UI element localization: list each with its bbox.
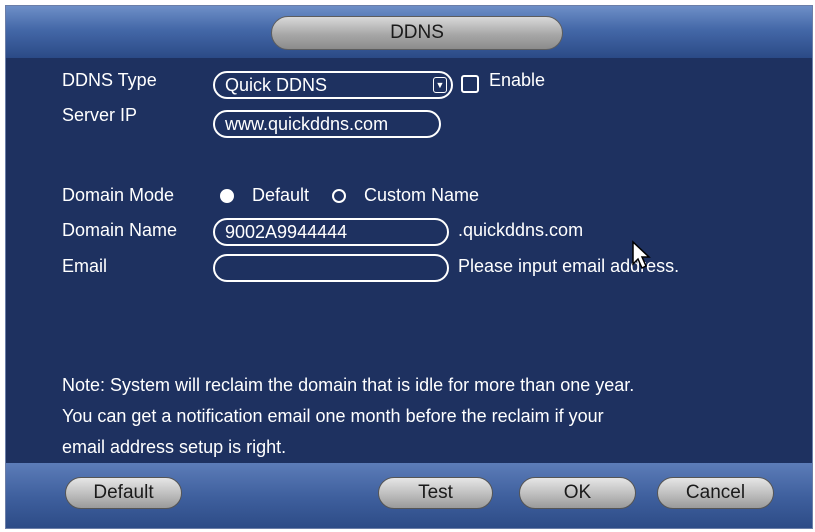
note-text: Note: System will reclaim the domain tha… bbox=[62, 370, 782, 463]
cancel-button[interactable]: Cancel bbox=[657, 477, 774, 509]
note-line-1: Note: System will reclaim the domain tha… bbox=[62, 375, 635, 395]
ddns-type-value: Quick DDNS bbox=[225, 74, 328, 95]
radio-default-label: Default bbox=[252, 185, 310, 205]
note-line-2: You can get a notification email one mon… bbox=[62, 406, 604, 426]
ddns-dialog: DDNS DDNS Type Quick DDNS ▼ Enable Serve… bbox=[5, 5, 813, 529]
button-bar: Default Test OK Cancel bbox=[6, 463, 812, 528]
domain-name-field[interactable]: 9002A9944444 bbox=[213, 218, 449, 246]
test-button[interactable]: Test bbox=[378, 477, 493, 509]
default-button[interactable]: Default bbox=[65, 477, 182, 509]
ddns-type-label: DDNS Type bbox=[62, 70, 157, 90]
note-line-3: email address setup is right. bbox=[62, 437, 287, 457]
radio-default[interactable] bbox=[220, 189, 234, 203]
ok-button[interactable]: OK bbox=[519, 477, 636, 509]
ddns-type-select[interactable]: Quick DDNS ▼ bbox=[213, 71, 453, 99]
radio-custom-name[interactable] bbox=[332, 189, 346, 203]
enable-label: Enable bbox=[489, 70, 546, 90]
domain-mode-label: Domain Mode bbox=[62, 185, 175, 205]
dialog-title: DDNS bbox=[271, 16, 563, 50]
server-ip-label: Server IP bbox=[62, 105, 138, 125]
email-label: Email bbox=[62, 256, 108, 276]
mouse-cursor-icon bbox=[632, 240, 651, 270]
chevron-down-icon[interactable]: ▼ bbox=[433, 77, 447, 93]
title-bar: DDNS bbox=[6, 6, 812, 58]
domain-suffix: .quickddns.com bbox=[458, 220, 584, 240]
radio-custom-name-label: Custom Name bbox=[364, 185, 480, 205]
domain-name-label: Domain Name bbox=[62, 220, 178, 240]
enable-checkbox[interactable] bbox=[461, 75, 479, 93]
email-field[interactable] bbox=[213, 254, 449, 282]
server-ip-field[interactable]: www.quickddns.com bbox=[213, 110, 441, 138]
